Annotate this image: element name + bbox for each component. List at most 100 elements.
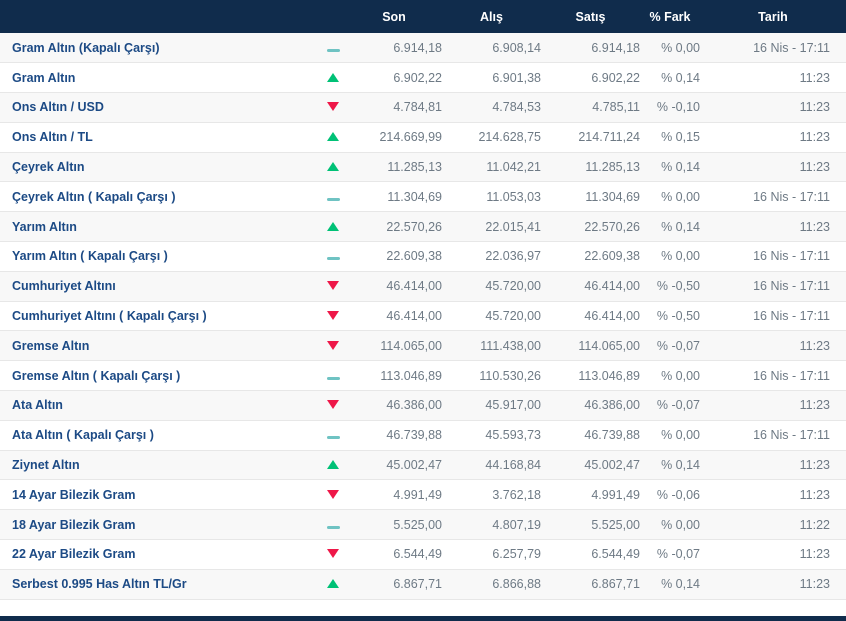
table-row[interactable]: Serbest 0.995 Has Altın TL/Gr 6.867,71 6.8… — [0, 569, 846, 600]
tarih-value: 11:23 — [700, 479, 846, 511]
table-row[interactable]: 18 Ayar Bilezik Gram 5.525,00 4.807,19 5.52… — [0, 509, 846, 541]
satis-value: 46.414,00 — [541, 301, 640, 332]
tarih-value: 16 Nis - 17:11 — [700, 181, 846, 213]
satis-value: 46.739,88 — [541, 420, 640, 451]
instrument-name[interactable]: Ons Altın / USD — [0, 92, 320, 123]
table-row[interactable]: Ata Altın 46.386,00 45.917,00 46.386,00% -0… — [0, 390, 846, 421]
satis-value: 11.304,69 — [541, 181, 640, 213]
instrument-name[interactable]: Ata Altın — [0, 390, 320, 421]
trend-flat-icon — [326, 525, 340, 529]
instrument-name[interactable]: Ata Altın ( Kapalı Çarşı ) — [0, 420, 320, 451]
table-row[interactable]: Ziynet Altın 45.002,47 44.168,84 45.002,47%… — [0, 450, 846, 481]
table-row[interactable]: Gremse Altın ( Kapalı Çarşı ) 113.046,89 1… — [0, 360, 846, 392]
trend-down-icon — [327, 489, 339, 499]
trend-cell — [320, 33, 346, 64]
instrument-name[interactable]: Serbest 0.995 Has Altın TL/Gr — [0, 569, 320, 600]
trend-up-icon — [327, 579, 339, 589]
son-value: 6.544,49 — [346, 539, 442, 570]
trend-cell — [320, 211, 346, 243]
trend-cell — [320, 509, 346, 541]
son-value: 6.867,71 — [346, 569, 442, 600]
instrument-name[interactable]: Yarım Altın — [0, 211, 320, 243]
table-row[interactable]: Ons Altın / TL 214.669,99 214.628,75 214.71… — [0, 122, 846, 153]
bottom-section-divider — [0, 616, 846, 621]
header-alis: Alış — [442, 0, 541, 33]
table-row[interactable]: 14 Ayar Bilezik Gram 4.991,49 3.762,18 4.99… — [0, 479, 846, 511]
son-value: 5.525,00 — [346, 509, 442, 541]
gold-prices-table: Son Alış Satış % Fark Tarih Gram Altın (… — [0, 0, 846, 600]
trend-cell — [320, 271, 346, 302]
alis-value: 45.593,73 — [442, 420, 541, 451]
table-row[interactable]: Gram Altın 6.902,22 6.901,38 6.902,22% 0,14… — [0, 62, 846, 94]
instrument-name[interactable]: Cumhuriyet Altını — [0, 271, 320, 302]
trend-up-icon — [327, 460, 339, 470]
tarih-value: 16 Nis - 17:11 — [700, 271, 846, 302]
header-tarih: Tarih — [700, 0, 846, 33]
instrument-name[interactable]: 22 Ayar Bilezik Gram — [0, 539, 320, 570]
table-row[interactable]: Cumhuriyet Altını ( Kapalı Çarşı ) 46.414… — [0, 301, 846, 332]
fark-value: % 0,14 — [640, 569, 700, 600]
satis-value: 6.867,71 — [541, 569, 640, 600]
instrument-name[interactable]: Ons Altın / TL — [0, 122, 320, 153]
alis-value: 4.784,53 — [442, 92, 541, 123]
alis-value: 45.720,00 — [442, 271, 541, 302]
instrument-name[interactable]: Gremse Altın ( Kapalı Çarşı ) — [0, 360, 320, 392]
instrument-name[interactable]: 18 Ayar Bilezik Gram — [0, 509, 320, 541]
trend-cell — [320, 569, 346, 600]
alis-value: 3.762,18 — [442, 479, 541, 511]
table-row[interactable]: Gram Altın (Kapalı Çarşı) 6.914,18 6.908,1… — [0, 33, 846, 64]
instrument-name[interactable]: Gram Altın (Kapalı Çarşı) — [0, 33, 320, 64]
fark-value: % -0,07 — [640, 539, 700, 570]
fark-value: % -0,07 — [640, 330, 700, 362]
table-row[interactable]: Yarım Altın 22.570,26 22.015,41 22.570,26% … — [0, 211, 846, 243]
instrument-name[interactable]: Cumhuriyet Altını ( Kapalı Çarşı ) — [0, 301, 320, 332]
satis-value: 6.914,18 — [541, 33, 640, 64]
tarih-value: 16 Nis - 17:11 — [700, 420, 846, 451]
header-son: Son — [346, 0, 442, 33]
tarih-value: 16 Nis - 17:11 — [700, 301, 846, 332]
instrument-name[interactable]: Yarım Altın ( Kapalı Çarşı ) — [0, 241, 320, 272]
instrument-name[interactable]: Gremse Altın — [0, 330, 320, 362]
satis-value: 214.711,24 — [541, 122, 640, 153]
table-header-row: Son Alış Satış % Fark Tarih — [0, 0, 846, 33]
table-row[interactable]: Gremse Altın 114.065,00 111.438,00 114.065,… — [0, 330, 846, 362]
table-row[interactable]: Ata Altın ( Kapalı Çarşı ) 46.739,88 45.59… — [0, 420, 846, 451]
table-row[interactable]: Cumhuriyet Altını 46.414,00 45.720,00 46.41… — [0, 271, 846, 302]
instrument-name[interactable]: 14 Ayar Bilezik Gram — [0, 479, 320, 511]
header-satis: Satış — [541, 0, 640, 33]
table-row[interactable]: Ons Altın / USD 4.784,81 4.784,53 4.785,11%… — [0, 92, 846, 123]
son-value: 46.414,00 — [346, 271, 442, 302]
instrument-name[interactable]: Çeyrek Altın ( Kapalı Çarşı ) — [0, 181, 320, 213]
trend-up-icon — [327, 132, 339, 142]
instrument-name[interactable]: Gram Altın — [0, 62, 320, 94]
fark-value: % 0,00 — [640, 241, 700, 272]
son-value: 214.669,99 — [346, 122, 442, 153]
tarih-value: 16 Nis - 17:11 — [700, 33, 846, 64]
alis-value: 6.866,88 — [442, 569, 541, 600]
tarih-value: 16 Nis - 17:11 — [700, 360, 846, 392]
satis-value: 4.785,11 — [541, 92, 640, 123]
trend-flat-icon — [326, 48, 340, 52]
table-row[interactable]: Çeyrek Altın ( Kapalı Çarşı ) 11.304,69 11… — [0, 181, 846, 213]
satis-value: 46.386,00 — [541, 390, 640, 421]
trend-flat-icon — [326, 197, 340, 201]
trend-cell — [320, 181, 346, 213]
fark-value: % -0,10 — [640, 92, 700, 123]
table-row[interactable]: 22 Ayar Bilezik Gram 6.544,49 6.257,79 6.54… — [0, 539, 846, 570]
table-row[interactable]: Yarım Altın ( Kapalı Çarşı ) 22.609,38 22.… — [0, 241, 846, 272]
instrument-name[interactable]: Çeyrek Altın — [0, 152, 320, 183]
tarih-value: 11:23 — [700, 152, 846, 183]
header-fark: % Fark — [640, 0, 700, 33]
satis-value: 113.046,89 — [541, 360, 640, 392]
fark-value: % 0,00 — [640, 509, 700, 541]
trend-cell — [320, 92, 346, 123]
son-value: 6.914,18 — [346, 33, 442, 64]
alis-value: 110.530,26 — [442, 360, 541, 392]
alis-value: 11.042,21 — [442, 152, 541, 183]
header-trend — [320, 0, 346, 33]
son-value: 46.739,88 — [346, 420, 442, 451]
fark-value: % 0,14 — [640, 450, 700, 481]
table-row[interactable]: Çeyrek Altın 11.285,13 11.042,21 11.285,13%… — [0, 152, 846, 183]
son-value: 45.002,47 — [346, 450, 442, 481]
instrument-name[interactable]: Ziynet Altın — [0, 450, 320, 481]
